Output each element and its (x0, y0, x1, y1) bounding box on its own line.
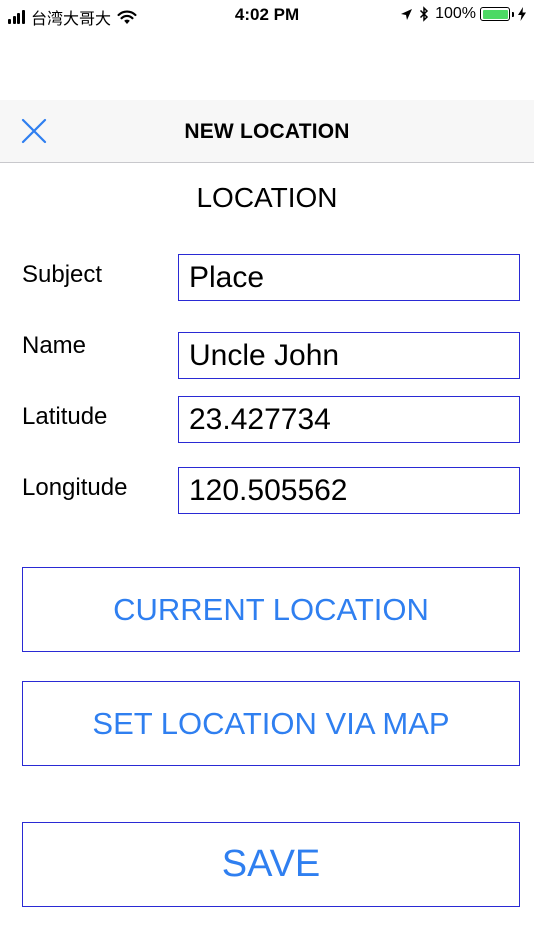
set-location-via-map-button[interactable]: SET LOCATION VIA MAP (22, 681, 520, 766)
save-button[interactable]: SAVE (22, 822, 520, 907)
name-label: Name (22, 332, 87, 359)
current-location-button[interactable]: CURRENT LOCATION (22, 567, 520, 652)
status-right: 100% (400, 5, 526, 23)
latitude-field[interactable] (178, 396, 520, 443)
page-title: NEW LOCATION (184, 120, 350, 143)
location-arrow-icon (401, 8, 413, 20)
nav-bar: NEW LOCATION (0, 100, 534, 163)
subject-field[interactable] (178, 254, 520, 301)
charging-bolt-icon (518, 7, 526, 21)
longitude-field[interactable] (178, 467, 520, 514)
latitude-label: Latitude (22, 403, 108, 430)
battery-icon (480, 7, 510, 21)
name-field[interactable] (178, 332, 520, 379)
battery-percent: 100% (435, 5, 476, 22)
longitude-label: Longitude (22, 474, 128, 501)
section-title: LOCATION (196, 182, 338, 213)
subject-label: Subject (22, 261, 103, 288)
bluetooth-icon (420, 6, 429, 22)
battery-nub (512, 11, 514, 17)
status-bar: 台湾大哥大 4:02 PM 100% (0, 0, 534, 32)
